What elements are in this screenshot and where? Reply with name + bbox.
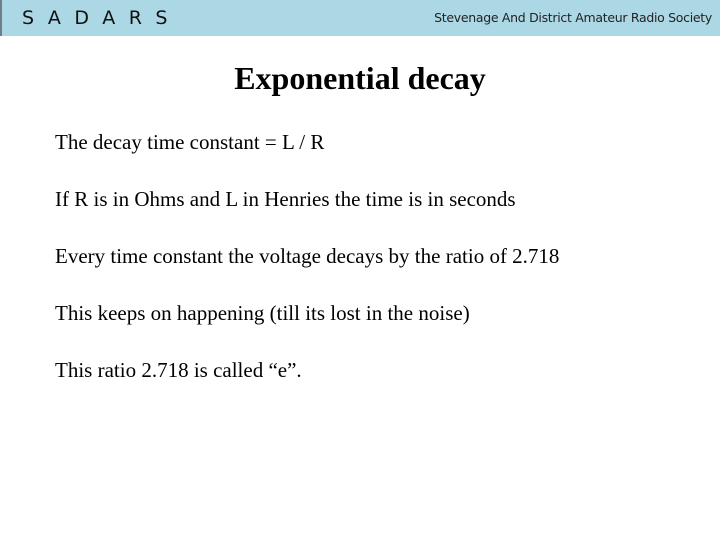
sadars-logo: SADARS: [22, 7, 181, 29]
slide-title: Exponential decay: [234, 60, 486, 96]
bullet-e-definition: This ratio 2.718 is called “e”.: [55, 358, 302, 382]
header-bar: SADARS Stevenage And District Amateur Ra…: [0, 0, 720, 36]
bullet-decay-ratio: Every time constant the voltage decays b…: [55, 244, 560, 268]
bullet-continues: This keeps on happening (till its lost i…: [55, 301, 470, 325]
slide-body: The decay time constant = L / R If R is …: [55, 128, 559, 413]
society-name: Stevenage And District Amateur Radio Soc…: [434, 10, 712, 25]
bullet-units: If R is in Ohms and L in Henries the tim…: [55, 187, 516, 211]
bullet-time-constant: The decay time constant = L / R: [55, 130, 325, 154]
